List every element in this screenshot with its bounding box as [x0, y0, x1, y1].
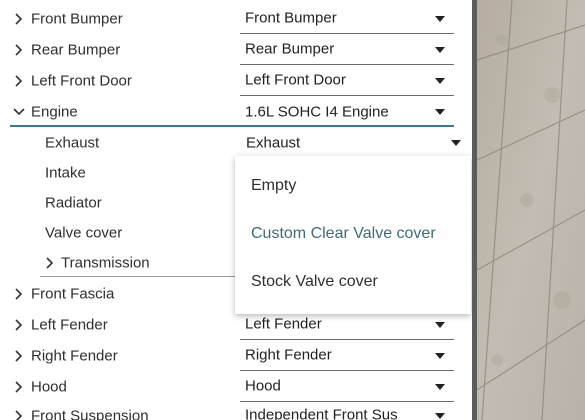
chevron-right-icon[interactable]: [11, 42, 27, 58]
part-row-right-fender[interactable]: Right Fender Right Fender: [0, 340, 472, 371]
chevron-right-icon[interactable]: [11, 379, 27, 395]
part-label: Transmission: [61, 254, 150, 271]
part-label: Front Suspension: [31, 407, 149, 420]
dropdown-option-custom-clear-valve-cover[interactable]: Custom Clear Valve cover: [251, 225, 436, 243]
part-label: Exhaust: [45, 134, 100, 151]
transmission-row-underline: [40, 276, 240, 277]
caret-down-icon: [435, 109, 445, 115]
part-select-engine[interactable]: 1.6L SOHC I4 Engine: [240, 96, 454, 127]
part-select-left-front-door[interactable]: Left Front Door: [240, 65, 454, 96]
part-select-rear-bumper[interactable]: Rear Bumper: [240, 34, 454, 65]
caret-down-icon: [435, 322, 445, 328]
part-label: Rear Bumper: [31, 41, 121, 58]
caret-down-icon: [435, 47, 445, 53]
part-select-right-fender[interactable]: Right Fender: [240, 340, 454, 371]
select-value: Left Front Door: [245, 71, 346, 89]
select-value: Exhaust: [246, 134, 301, 151]
part-select-front-bumper[interactable]: Front Bumper: [240, 3, 454, 34]
caret-down-icon: [435, 78, 445, 84]
select-value: Hood: [245, 377, 281, 395]
part-label: Front Bumper: [31, 10, 123, 27]
3d-viewport[interactable]: [472, 0, 585, 420]
part-row-engine[interactable]: Engine 1.6L SOHC I4 Engine: [0, 96, 472, 127]
part-row-hood[interactable]: Hood Hood: [0, 371, 472, 402]
chevron-right-icon[interactable]: [11, 286, 27, 302]
chevron-right-icon[interactable]: [11, 408, 27, 420]
part-label: Right Fender: [31, 347, 118, 364]
chevron-down-icon[interactable]: [11, 104, 27, 120]
chevron-right-icon[interactable]: [42, 255, 58, 271]
select-value: Left Fender: [245, 315, 322, 333]
chevron-right-icon[interactable]: [11, 348, 27, 364]
valve-cover-dropdown-menu: Empty Custom Clear Valve cover Stock Val…: [235, 156, 471, 314]
part-label: Front Fascia: [31, 285, 115, 302]
select-value: Rear Bumper: [245, 40, 335, 58]
part-label: Engine: [31, 103, 78, 120]
vehicle-parts-panel: Front Bumper Front Bumper Rear Bumper Re…: [0, 0, 472, 420]
part-label: Left Fender: [31, 316, 108, 333]
chevron-right-icon[interactable]: [11, 11, 27, 27]
caret-down-icon: [451, 140, 461, 146]
caret-down-icon: [435, 16, 445, 22]
part-row-front-suspension[interactable]: Front Suspension Independent Front Sus: [0, 400, 472, 420]
part-label: Hood: [31, 378, 67, 395]
pavement-ground-image: [476, 0, 585, 420]
part-label: Valve cover: [45, 224, 123, 241]
part-row-left-front-door[interactable]: Left Front Door Left Front Door: [0, 65, 472, 96]
select-value: Independent Front Sus: [245, 406, 398, 420]
select-value: Right Fender: [245, 346, 332, 364]
caret-down-icon: [435, 353, 445, 359]
part-select-exhaust[interactable]: Exhaust: [235, 127, 471, 158]
part-row-front-bumper[interactable]: Front Bumper Front Bumper: [0, 3, 472, 34]
select-value: 1.6L SOHC I4 Engine: [245, 103, 389, 120]
part-label: Intake: [45, 164, 86, 181]
part-select-front-suspension[interactable]: Independent Front Sus: [240, 400, 454, 420]
part-row-exhaust[interactable]: Exhaust Exhaust: [0, 127, 472, 158]
caret-down-icon: [435, 413, 445, 419]
part-select-hood[interactable]: Hood: [240, 371, 454, 402]
part-label: Radiator: [45, 194, 102, 211]
part-label: Left Front Door: [31, 72, 132, 89]
chevron-right-icon[interactable]: [11, 317, 27, 333]
dropdown-option-stock-valve-cover[interactable]: Stock Valve cover: [251, 273, 378, 291]
select-value: Front Bumper: [245, 9, 337, 27]
part-row-rear-bumper[interactable]: Rear Bumper Rear Bumper: [0, 34, 472, 65]
dropdown-option-empty[interactable]: Empty: [251, 177, 296, 195]
chevron-right-icon[interactable]: [11, 73, 27, 89]
caret-down-icon: [435, 384, 445, 390]
